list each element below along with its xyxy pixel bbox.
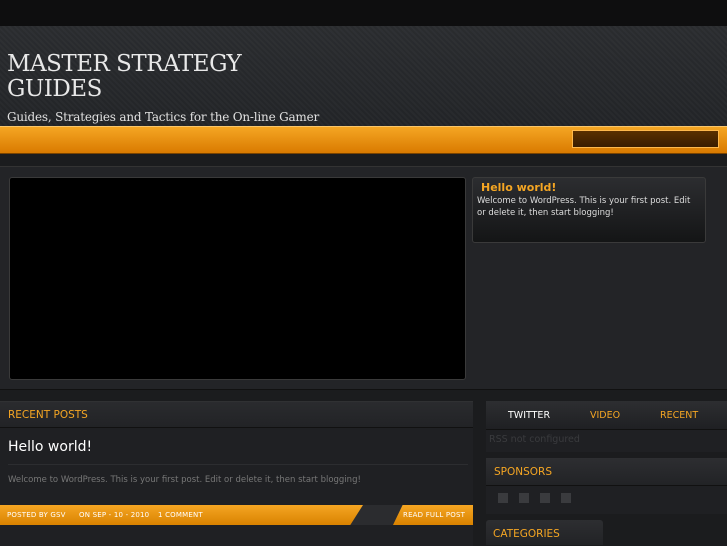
- sponsor-slot[interactable]: [519, 493, 529, 503]
- recent-posts-heading: RECENT POSTS: [0, 402, 473, 428]
- categories-heading: CATEGORIES: [486, 520, 603, 545]
- sponsors-panel: SPONSORS: [486, 458, 727, 514]
- rss-status-message: RSS not configured: [489, 434, 580, 445]
- read-full-post-link[interactable]: READ FULL POST: [403, 511, 465, 519]
- featured-post-excerpt: Welcome to WordPress. This is your first…: [477, 196, 691, 218]
- tab-recent[interactable]: RECENT: [660, 410, 698, 421]
- post-comments-link[interactable]: 1 COMMENT: [158, 511, 203, 519]
- sponsor-slot[interactable]: [498, 493, 508, 503]
- sidebar-tabs-panel: TWITTER VIDEO RECENT RSS not configured: [486, 401, 727, 452]
- sponsor-slot[interactable]: [561, 493, 571, 503]
- featured-section: Hello world! Welcome to WordPress. This …: [0, 166, 727, 390]
- featured-post-card[interactable]: Hello world! Welcome to WordPress. This …: [472, 177, 706, 243]
- post-meta-bar: POSTED BY GSV ON SEP - 10 - 2010 1 COMME…: [0, 505, 473, 525]
- top-strip: [0, 0, 727, 26]
- post-divider: [8, 464, 468, 465]
- post-date: ON SEP - 10 - 2010: [79, 511, 150, 519]
- recent-posts-panel: RECENT POSTS Hello world! Welcome to Wor…: [0, 401, 473, 546]
- featured-post-title[interactable]: Hello world!: [481, 181, 701, 194]
- navigation-bar: [0, 126, 727, 154]
- post-author[interactable]: POSTED BY GSV: [7, 511, 66, 519]
- search-input[interactable]: [572, 130, 719, 148]
- site-tagline: Guides, Strategies and Tactics for the O…: [7, 110, 320, 124]
- sponsor-slot[interactable]: [540, 493, 550, 503]
- site-title[interactable]: MASTER STRATEGY GUIDES: [7, 51, 242, 102]
- tab-twitter[interactable]: TWITTER: [508, 410, 550, 421]
- site-title-text: MASTER STRATEGY GUIDES: [7, 51, 242, 102]
- post-title[interactable]: Hello world!: [8, 439, 92, 455]
- sponsors-heading: SPONSORS: [486, 458, 727, 486]
- featured-video-area[interactable]: [9, 177, 466, 380]
- post-excerpt: Welcome to WordPress. This is your first…: [8, 475, 361, 485]
- tab-video[interactable]: VIDEO: [590, 410, 620, 421]
- sidebar-tabs: TWITTER VIDEO RECENT: [486, 401, 727, 430]
